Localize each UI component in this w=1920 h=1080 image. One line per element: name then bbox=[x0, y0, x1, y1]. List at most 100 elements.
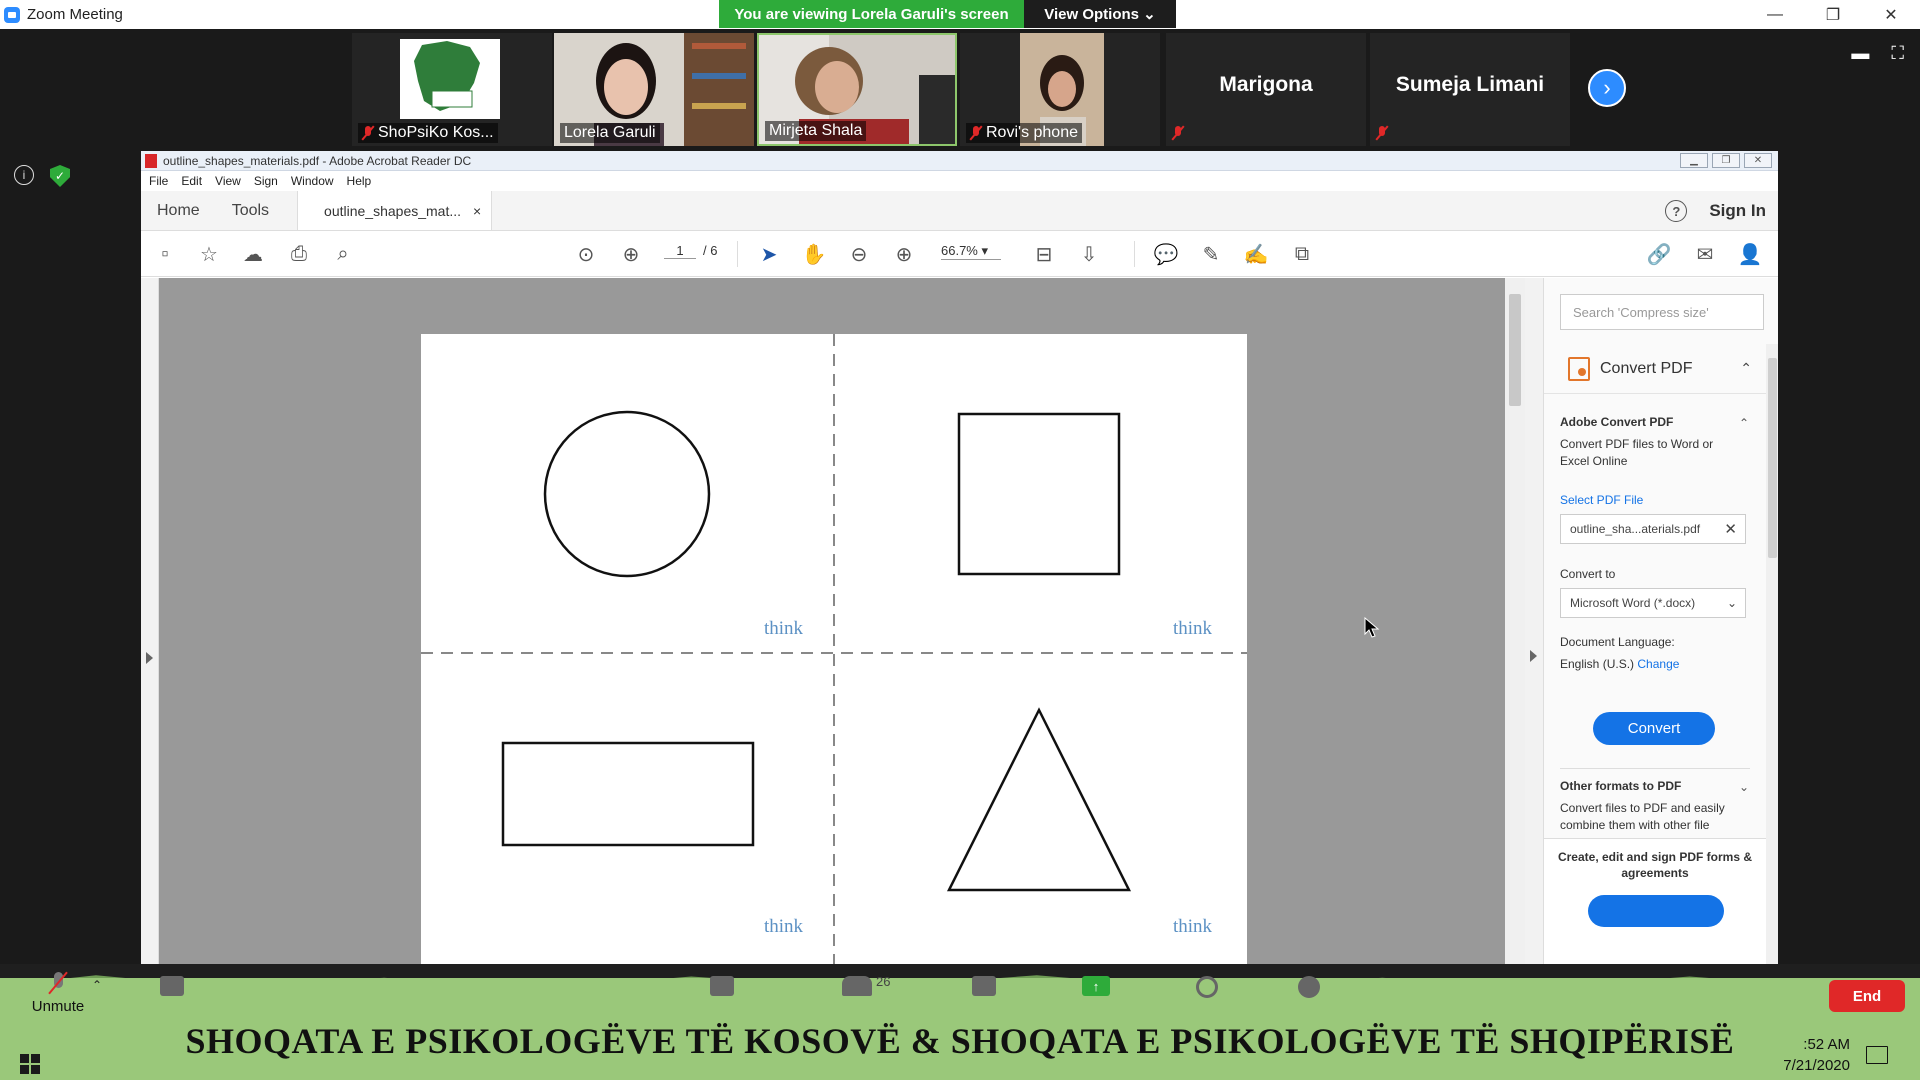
tab-tools[interactable]: Tools bbox=[216, 191, 285, 230]
menu-bar: File Edit View Sign Window Help bbox=[141, 171, 1778, 191]
document-canvas[interactable]: think think think think bbox=[159, 278, 1523, 964]
participant-tile[interactable]: Lorela Garuli bbox=[554, 33, 754, 146]
left-panel-toggle[interactable] bbox=[141, 278, 159, 964]
save-icon[interactable]: ▫ bbox=[153, 242, 177, 266]
participant-tile-active[interactable]: Mirjeta Shala bbox=[757, 33, 957, 146]
find-zoom-icon[interactable]: ⌕ bbox=[331, 242, 355, 266]
change-language-link[interactable]: Change bbox=[1637, 657, 1679, 671]
chevron-up-icon[interactable]: ⌃ bbox=[1739, 416, 1749, 430]
scrollbar-thumb[interactable] bbox=[1509, 294, 1521, 406]
chevron-down-icon: ⌄ bbox=[1726, 596, 1737, 610]
vertical-scrollbar[interactable] bbox=[1505, 278, 1525, 964]
unmute-label: Unmute bbox=[31, 998, 85, 1015]
select-cursor-icon[interactable]: ➤ bbox=[757, 242, 781, 266]
menu-edit[interactable]: Edit bbox=[181, 174, 202, 188]
convert-button[interactable]: Convert bbox=[1593, 712, 1715, 745]
next-page-icon[interactable]: ⊕ bbox=[619, 242, 643, 266]
comment-icon[interactable]: 💬 bbox=[1154, 242, 1179, 266]
fit-page-icon[interactable]: ⊟ bbox=[1032, 242, 1056, 266]
menu-sign[interactable]: Sign bbox=[254, 174, 278, 188]
participant-name: Sumeja Limani bbox=[1395, 73, 1545, 96]
participant-tile[interactable]: Marigona bbox=[1166, 33, 1366, 146]
rectangle-shape bbox=[501, 741, 755, 847]
view-options-button[interactable]: View Options ⌄ bbox=[1024, 0, 1176, 28]
scrollbar-thumb[interactable] bbox=[1768, 358, 1777, 558]
end-meeting-button[interactable]: End bbox=[1829, 980, 1905, 1012]
convert-to-label: Convert to bbox=[1560, 567, 1616, 581]
clock-date: 7/21/2020 bbox=[1783, 1057, 1850, 1074]
zoom-in-icon[interactable]: ⊕ bbox=[892, 242, 916, 266]
zoom-out-icon[interactable]: ⊖ bbox=[847, 242, 871, 266]
convert-pdf-header[interactable]: Convert PDF ⌃ bbox=[1544, 344, 1766, 394]
previous-page-icon[interactable]: ⊙ bbox=[574, 242, 598, 266]
record-icon[interactable] bbox=[1196, 976, 1218, 998]
clock-time: :52 AM bbox=[1803, 1036, 1850, 1053]
windows-start-icon[interactable] bbox=[20, 1054, 40, 1074]
next-participants-button[interactable]: › bbox=[1588, 69, 1626, 107]
participant-tile[interactable]: Rovi's phone bbox=[960, 33, 1160, 146]
clear-file-icon[interactable]: ✕ bbox=[1724, 520, 1737, 538]
share-link-icon[interactable]: 🔗 bbox=[1647, 242, 1672, 266]
unmute-button[interactable]: Unmute bbox=[28, 972, 88, 1015]
circle-shape bbox=[543, 410, 711, 578]
info-icon[interactable]: i bbox=[14, 165, 34, 185]
minimize-button[interactable]: — bbox=[1746, 0, 1804, 29]
menu-window[interactable]: Window bbox=[291, 174, 334, 188]
acrobat-close-button[interactable]: ✕ bbox=[1744, 153, 1772, 168]
right-panel-toggle[interactable] bbox=[1525, 278, 1543, 964]
select-pdf-file-link[interactable]: Select PDF File bbox=[1560, 492, 1643, 509]
tools-pane-scrollbar[interactable] bbox=[1766, 344, 1778, 964]
speaker-view-icon[interactable]: ▬ bbox=[1851, 43, 1869, 64]
participant-tile[interactable]: Sumeja Limani bbox=[1370, 33, 1570, 146]
tools-search-input[interactable]: Search 'Compress size' bbox=[1560, 294, 1764, 330]
upload-cloud-icon[interactable]: ☁ bbox=[241, 242, 265, 266]
chevron-down-icon[interactable]: ⌄ bbox=[1739, 780, 1749, 794]
fill-sign-icon[interactable]: ⧉ bbox=[1290, 242, 1314, 266]
participant-name: Lorela Garuli bbox=[560, 123, 660, 143]
format-select[interactable]: Microsoft Word (*.docx) ⌄ bbox=[1560, 588, 1746, 618]
participant-tile[interactable]: ShoPsiKo Kos... bbox=[352, 33, 552, 146]
promo-button[interactable] bbox=[1588, 895, 1724, 927]
participants-icon[interactable] bbox=[842, 976, 872, 996]
shapes-drawing bbox=[421, 334, 1247, 964]
bookmark-star-icon[interactable]: ☆ bbox=[197, 242, 221, 266]
scroll-mode-icon[interactable]: ⇩ bbox=[1077, 242, 1101, 266]
security-shield-icon[interactable]: ✓ bbox=[50, 165, 70, 187]
security-icon[interactable] bbox=[710, 976, 734, 996]
add-user-icon[interactable]: 👤 bbox=[1738, 242, 1763, 266]
acrobat-restore-button[interactable]: ❐ bbox=[1712, 153, 1740, 168]
zoom-level-select[interactable]: 66.7% ▾ bbox=[941, 243, 1001, 260]
notification-center-icon[interactable] bbox=[1866, 1046, 1888, 1064]
tab-document[interactable]: outline_shapes_mat... × bbox=[297, 191, 493, 230]
convert-pdf-title: Convert PDF bbox=[1600, 359, 1693, 377]
share-screen-icon[interactable]: ↑ bbox=[1082, 976, 1110, 996]
sign-in-button[interactable]: Sign In bbox=[1709, 201, 1766, 221]
menu-file[interactable]: File bbox=[149, 174, 168, 188]
workspace: think think think think Search 'Compress… bbox=[141, 278, 1778, 964]
email-icon[interactable]: ✉ bbox=[1693, 242, 1717, 266]
help-icon[interactable]: ? bbox=[1665, 200, 1688, 222]
page-number-input[interactable]: 1 bbox=[664, 243, 696, 259]
video-off-icon[interactable] bbox=[160, 976, 184, 996]
print-icon[interactable]: ⎙ bbox=[287, 242, 311, 266]
sign-pen-icon[interactable]: ✍ bbox=[1244, 242, 1269, 266]
close-button[interactable]: ✕ bbox=[1862, 0, 1920, 29]
promo-box: Create, edit and sign PDF forms & agreem… bbox=[1544, 838, 1766, 964]
audio-options-caret-icon[interactable]: ⌃ bbox=[92, 978, 102, 992]
chevron-up-icon[interactable]: ⌃ bbox=[1740, 360, 1752, 377]
viewing-screen-label: You are viewing Lorela Garuli's screen bbox=[719, 0, 1024, 28]
screen: Zoom Meeting You are viewing Lorela Garu… bbox=[0, 0, 1920, 1080]
reactions-icon[interactable] bbox=[1298, 976, 1320, 998]
tab-home[interactable]: Home bbox=[141, 191, 216, 230]
chat-icon[interactable] bbox=[972, 976, 996, 996]
menu-help[interactable]: Help bbox=[347, 174, 372, 188]
close-tab-icon[interactable]: × bbox=[473, 203, 481, 219]
acrobat-minimize-button[interactable]: ▁ bbox=[1680, 153, 1708, 168]
hand-tool-icon[interactable]: ✋ bbox=[802, 242, 827, 266]
fullscreen-icon[interactable]: ⛶ bbox=[1891, 43, 1904, 64]
restore-button[interactable]: ❐ bbox=[1804, 0, 1862, 29]
document-language: English (U.S.) Change bbox=[1560, 657, 1680, 671]
toolbar-divider bbox=[737, 241, 738, 267]
menu-view[interactable]: View bbox=[215, 174, 241, 188]
highlight-pen-icon[interactable]: ✎ bbox=[1199, 242, 1223, 266]
